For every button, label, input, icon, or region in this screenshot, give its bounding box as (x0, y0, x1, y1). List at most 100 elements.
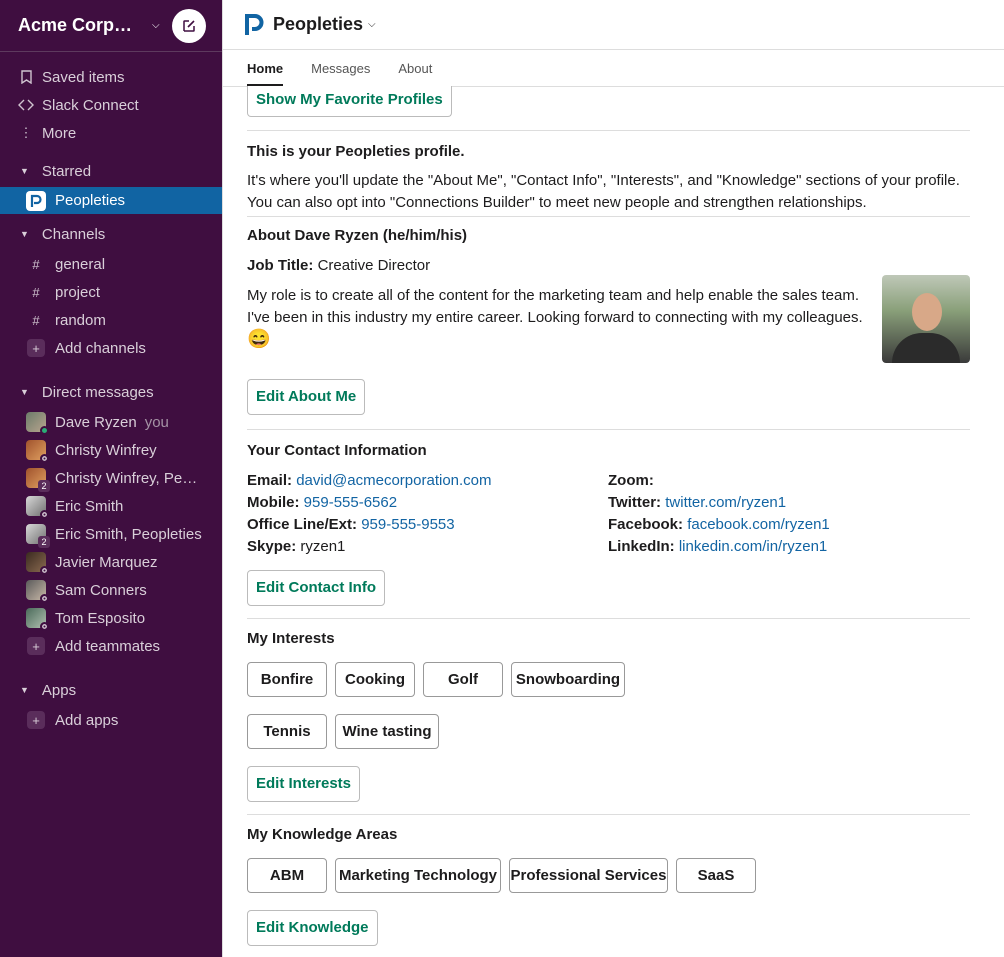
dm-label: Christy Winfrey, Peopleties (55, 469, 205, 487)
edit-knowledge-button[interactable]: Edit Knowledge (247, 910, 378, 946)
job-title: Job Title: Creative Director (247, 255, 970, 277)
knowledge-tag[interactable]: SaaS (676, 858, 756, 893)
section-apps[interactable]: ▼ Apps (0, 674, 222, 706)
caret-down-icon: ▼ (20, 166, 29, 176)
dm-eric-smith-peopleties[interactable]: 2 Eric Smith, Peopleties (0, 520, 222, 548)
sidebar-item-label: Saved items (42, 68, 125, 86)
sidebar-item-peopleties[interactable]: Peopleties (0, 187, 222, 214)
hash-icon: # (32, 284, 40, 300)
grinning-emoji: 😄 (247, 329, 271, 350)
sidebar-item-slack-connect[interactable]: Slack Connect (0, 91, 222, 119)
avatar (26, 496, 49, 519)
caret-down-icon: ▼ (20, 685, 29, 695)
edit-contact-info-button[interactable]: Edit Contact Info (247, 570, 385, 606)
knowledge-tag[interactable]: Marketing Technology (335, 858, 501, 893)
office-link[interactable]: 959-555-9553 (361, 516, 454, 533)
tab-home[interactable]: Home (247, 61, 284, 86)
section-title: Channels (41, 225, 106, 243)
interests-title: My Interests (247, 630, 335, 647)
contact-grid: Email: david@acmecorporation.com Mobile:… (247, 470, 970, 558)
knowledge-tag[interactable]: ABM (247, 858, 327, 893)
show-favorite-profiles-button[interactable]: Show My Favorite Profiles (247, 86, 452, 117)
email-link[interactable]: david@acmecorporation.com (296, 472, 491, 489)
chevron-down-icon[interactable]: ⌵ (152, 20, 160, 31)
dm-label: Dave Ryzen (55, 413, 137, 431)
section-channels[interactable]: ▼ Channels (0, 218, 222, 250)
dm-dave-ryzen[interactable]: Dave Ryzen you (0, 408, 222, 436)
sidebar-item-more[interactable]: ⋮ More (0, 119, 222, 147)
slack-connect-icon (18, 99, 34, 111)
facebook-link[interactable]: facebook.com/ryzen1 (687, 516, 830, 533)
contact-skype: Skype: ryzen1 (247, 536, 608, 558)
interest-tag[interactable]: Snowboarding (511, 662, 625, 697)
dm-javier-marquez[interactable]: Javier Marquez (0, 548, 222, 576)
app-tabs: Home Messages About (223, 50, 1004, 87)
twitter-link[interactable]: twitter.com/ryzen1 (665, 494, 786, 511)
presence-away-icon (40, 622, 49, 631)
divider (247, 429, 970, 430)
tab-about[interactable]: About (398, 61, 432, 86)
channel-general[interactable]: # general (0, 250, 222, 278)
presence-away-icon (40, 566, 49, 575)
edit-interests-button[interactable]: Edit Interests (247, 766, 361, 802)
knowledge-tag[interactable]: Professional Services (509, 858, 668, 893)
channel-label: project (55, 283, 101, 301)
dm-christy-winfrey-peopleties[interactable]: 2 Christy Winfrey, Peopleties (0, 464, 222, 492)
photo-face (912, 293, 942, 331)
compose-icon (183, 19, 195, 32)
dm-christy-winfrey[interactable]: Christy Winfrey (0, 436, 222, 464)
add-teammates-button[interactable]: + Add teammates (0, 632, 222, 660)
add-channels-label: Add channels (55, 339, 146, 357)
compose-button[interactable] (172, 8, 206, 43)
intro-title: This is your Peopleties profile. (247, 143, 465, 160)
linkedin-link[interactable]: linkedin.com/in/ryzen1 (679, 538, 827, 555)
section-direct-messages[interactable]: ▼ Direct messages (0, 376, 222, 408)
chevron-down-icon[interactable]: ⌵ (368, 19, 376, 30)
interest-tag[interactable]: Bonfire (247, 662, 327, 697)
add-apps-button[interactable]: + Add apps (0, 706, 222, 734)
avatar (26, 608, 49, 631)
section-title: Starred (41, 162, 92, 180)
avatar (26, 412, 49, 435)
dm-label: Eric Smith (55, 497, 124, 515)
twitter-label: Twitter: (608, 494, 662, 511)
interest-tag[interactable]: Cooking (335, 662, 415, 697)
contact-facebook: Facebook: facebook.com/ryzen1 (608, 514, 969, 536)
knowledge-title: My Knowledge Areas (247, 826, 398, 843)
caret-down-icon: ▼ (20, 229, 29, 239)
app-header[interactable]: Peopleties ⌵ (223, 0, 1004, 50)
channel-project[interactable]: # project (0, 278, 222, 306)
interest-tag[interactable]: Wine tasting (335, 714, 439, 749)
interests-tags: Bonfire Cooking Golf Snowboarding (247, 662, 970, 697)
interest-tag[interactable]: Golf (423, 662, 503, 697)
about-title: About Dave Ryzen (he/him/his) (247, 227, 468, 244)
avatar (26, 440, 49, 463)
interest-tag[interactable]: Tennis (247, 714, 327, 749)
member-count-badge: 2 (38, 536, 50, 548)
sidebar-item-label: More (42, 124, 77, 142)
dm-eric-smith[interactable]: Eric Smith (0, 492, 222, 520)
workspace-header[interactable]: Acme Corporation ⌵ (0, 0, 222, 52)
mobile-link[interactable]: 959-555-6562 (304, 494, 397, 511)
section-title: Direct messages (41, 383, 154, 401)
add-apps-label: Add apps (55, 711, 119, 729)
channel-random[interactable]: # random (0, 306, 222, 334)
tab-messages[interactable]: Messages (311, 61, 370, 86)
edit-about-me-button[interactable]: Edit About Me (247, 379, 366, 415)
add-channels-button[interactable]: + Add channels (0, 334, 222, 362)
job-title-value: Creative Director (317, 257, 431, 274)
divider (247, 216, 970, 217)
workspace-name[interactable]: Acme Corporation (18, 15, 142, 36)
dm-tom-esposito[interactable]: Tom Esposito (0, 604, 222, 632)
contact-title: Your Contact Information (247, 442, 427, 459)
dm-sam-conners[interactable]: Sam Conners (0, 576, 222, 604)
sidebar-item-saved-items[interactable]: Saved items (0, 63, 222, 91)
app-title[interactable]: Peopleties (273, 14, 363, 35)
add-teammates-label: Add teammates (55, 637, 161, 655)
hash-icon: # (32, 256, 40, 272)
profile-photo (882, 275, 970, 363)
job-title-label: Job Title: (247, 257, 314, 274)
contact-email: Email: david@acmecorporation.com (247, 470, 608, 492)
divider (247, 618, 970, 619)
section-starred[interactable]: ▼ Starred (0, 155, 222, 187)
